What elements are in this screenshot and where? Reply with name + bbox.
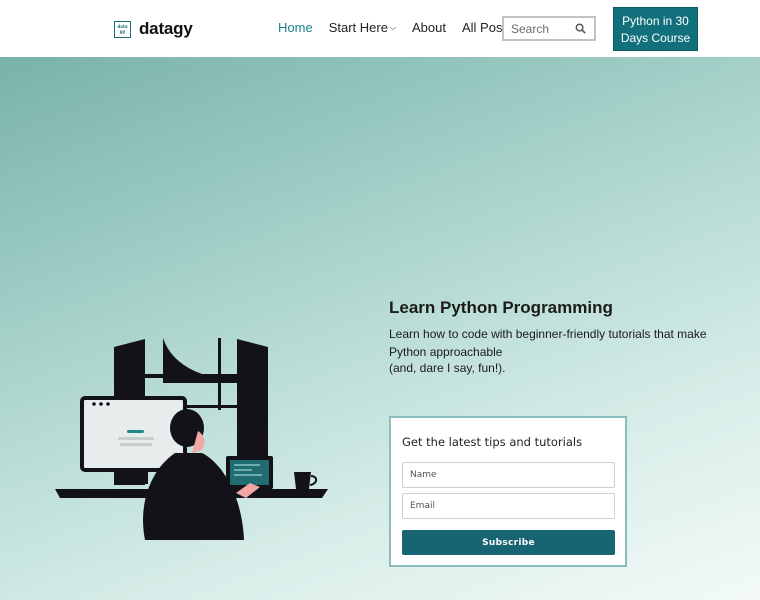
monitor-accent xyxy=(127,430,144,433)
python-course-button[interactable]: Python in 30 Days Course xyxy=(613,7,698,51)
logo-icon: data gy xyxy=(114,20,131,38)
search-icon[interactable] xyxy=(575,23,586,34)
hero-description-2: (and, dare I say, fun!). xyxy=(389,361,506,375)
newsletter-title: Get the latest tips and tutorials xyxy=(402,435,583,449)
nav-start-here[interactable]: Start Here ⌵ xyxy=(329,20,396,35)
chevron-down-icon: ⌵ xyxy=(389,23,397,32)
site-header: data gy datagy Home Start Here ⌵ About Al… xyxy=(0,0,760,57)
name-field[interactable] xyxy=(402,462,615,488)
nav-about[interactable]: About xyxy=(412,20,446,35)
subscribe-button[interactable]: Subscribe xyxy=(402,530,615,555)
main-nav: Home Start Here ⌵ About All Posts xyxy=(278,20,529,35)
logo-text-line2: gy xyxy=(119,29,126,34)
search-box xyxy=(502,16,596,41)
window-mullion xyxy=(218,338,221,410)
newsletter-card: Get the latest tips and tutorials Subscr… xyxy=(389,416,627,567)
nav-start-here-label: Start Here xyxy=(328,20,388,35)
cta-line1: Python in 30 xyxy=(622,14,689,28)
hero-description: Learn how to code with beginner-friendly… xyxy=(389,327,707,359)
brand-name: datagy xyxy=(139,19,193,38)
search-input[interactable] xyxy=(504,21,574,36)
hero-title: Learn Python Programming xyxy=(389,298,613,317)
cta-line2: Days Course xyxy=(620,31,691,45)
logo[interactable]: data gy datagy xyxy=(114,19,193,39)
coffee-mug xyxy=(294,472,311,489)
window-bar xyxy=(145,374,237,378)
programmer-illustration xyxy=(55,338,328,540)
nav-home[interactable]: Home xyxy=(278,20,313,35)
monitor-stand xyxy=(120,470,148,484)
email-field[interactable] xyxy=(402,493,615,519)
